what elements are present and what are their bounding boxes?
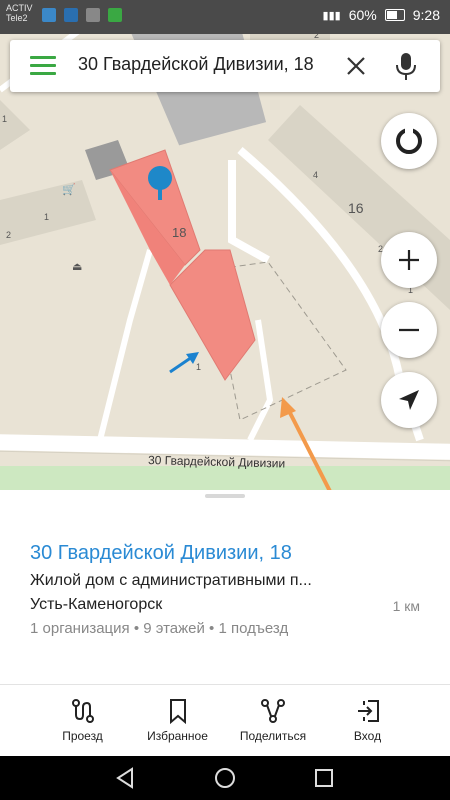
- highlighted-building-part2: [169, 249, 256, 381]
- my-location-button[interactable]: [381, 372, 437, 428]
- bookmark-icon: [169, 699, 186, 725]
- notification-icon: [42, 8, 56, 22]
- search-input[interactable]: 30 Гвардейской Дивизии, 18: [78, 54, 314, 75]
- zoom-out-button[interactable]: [381, 302, 437, 358]
- share-button[interactable]: Поделиться: [228, 685, 318, 757]
- place-distance: 1 км: [392, 598, 420, 614]
- notification-icon: [108, 8, 122, 22]
- entrance-number-8: 1: [2, 114, 7, 124]
- action-label: Проезд: [62, 729, 103, 743]
- signal-icon: ▮▮▮: [322, 9, 341, 22]
- back-icon[interactable]: [114, 766, 138, 790]
- drag-handle[interactable]: [205, 494, 245, 498]
- notification-icons: [42, 8, 122, 22]
- park-area: [0, 466, 450, 492]
- status-bar: ACTIV Tele2 ▮▮▮ 60% 9:28: [0, 0, 450, 34]
- action-bar: Проезд Избранное Поделиться Вход: [0, 684, 450, 757]
- carrier-name-1: ACTIV: [6, 3, 33, 13]
- action-label: Избранное: [147, 729, 208, 743]
- action-label: Поделиться: [239, 729, 307, 743]
- share-icon: [261, 699, 285, 723]
- hamburger-menu-icon[interactable]: [30, 56, 56, 76]
- system-nav-bar: [0, 756, 450, 800]
- entrance-number-3: 2: [6, 230, 11, 240]
- clock: 9:28: [412, 7, 440, 23]
- compass-button[interactable]: [381, 113, 437, 169]
- blue-annotation-arrow-icon: [169, 352, 199, 374]
- place-city: Усть-Каменогорск: [30, 596, 163, 613]
- place-card[interactable]: 30 Гвардейской Дивизии, 18 Жилой дом с а…: [0, 490, 450, 684]
- navigation-arrow-icon: [399, 390, 419, 410]
- zoom-in-button[interactable]: [381, 232, 437, 288]
- entrance-button[interactable]: Вход: [325, 685, 410, 757]
- entrance-icon: [357, 700, 379, 722]
- place-description: Жилой дом с административными п...: [30, 572, 312, 589]
- carrier-name-2: Tele2: [6, 13, 28, 23]
- route-icon: [71, 699, 94, 723]
- battery-level: 60%: [348, 7, 377, 23]
- search-bar[interactable]: 30 Гвардейской Дивизии, 18: [10, 40, 440, 92]
- battery-icon: [384, 9, 405, 21]
- plus-icon: [399, 250, 419, 270]
- place-title[interactable]: 30 Гвардейской Дивизии, 18: [30, 542, 292, 565]
- home-icon[interactable]: [213, 766, 237, 790]
- building-number-right: 16: [348, 200, 364, 216]
- minus-icon: [399, 328, 419, 332]
- entrance-number-4: 4: [313, 170, 318, 180]
- building-left-top: [0, 100, 30, 150]
- place-meta: 1 организация • 9 этажей • 1 подъезд: [30, 620, 289, 637]
- action-label: Вход: [353, 729, 382, 743]
- recents-icon[interactable]: [312, 766, 336, 790]
- notification-icon: [64, 8, 78, 22]
- favorites-button[interactable]: Избранное: [135, 685, 220, 757]
- route-button[interactable]: Проезд: [40, 685, 125, 757]
- microphone-icon[interactable]: [392, 51, 420, 81]
- close-icon[interactable]: [342, 52, 370, 80]
- marker-icon: ⏏: [72, 260, 82, 273]
- shop-icon: 🛒: [62, 183, 76, 196]
- building-number-main: 18: [172, 225, 186, 240]
- notification-icon: [86, 8, 100, 22]
- compass-icon: [396, 127, 422, 154]
- main-road: [0, 434, 450, 460]
- entrance-number-2: 1: [44, 212, 49, 222]
- entrance-number-1: 1: [196, 362, 201, 372]
